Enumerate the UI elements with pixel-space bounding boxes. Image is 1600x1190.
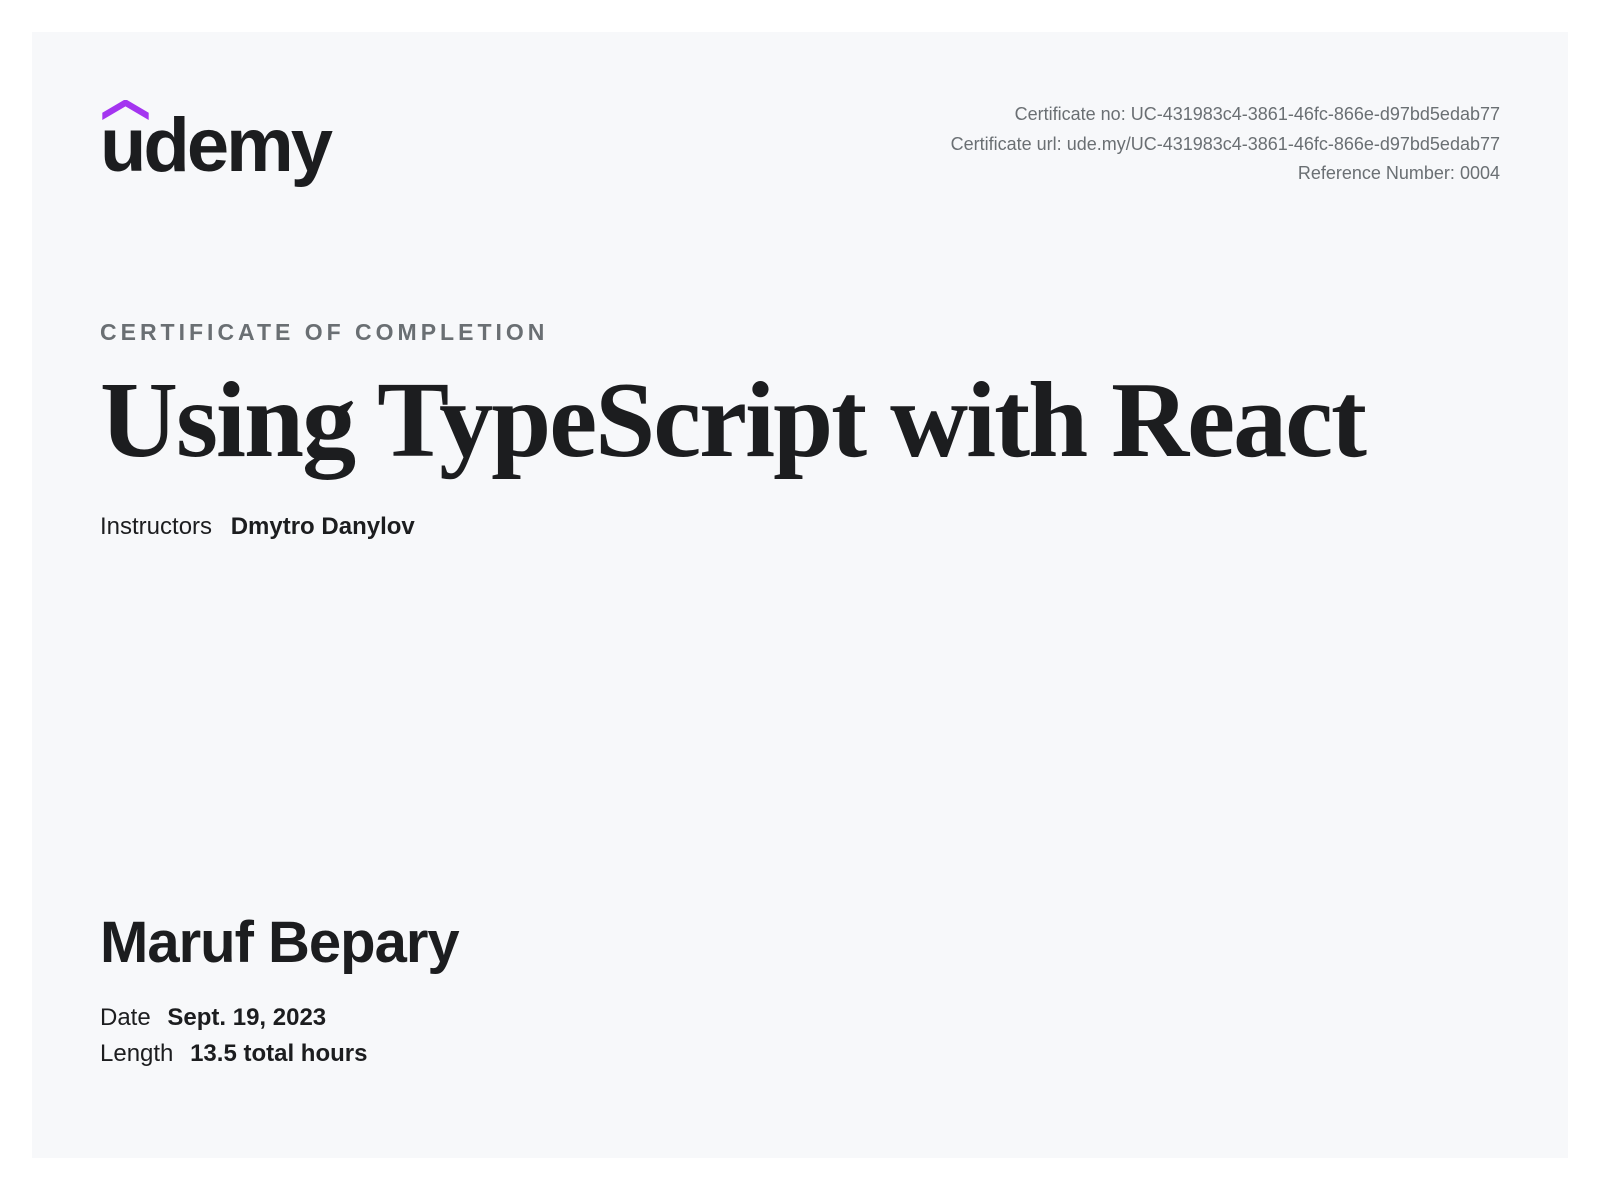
cert-no-value: UC-431983c4-3861-46fc-866e-d97bd5edab77 [1131,104,1500,124]
cert-no-label: Certificate no: [1015,104,1126,124]
recipient-name: Maruf Bepary [100,909,459,976]
instructors-label: Instructors [100,513,212,540]
certificate-meta: Certificate no: UC-431983c4-3861-46fc-86… [951,100,1500,189]
reference-number: Reference Number: 0004 [951,159,1500,189]
cert-url-label: Certificate url: [951,134,1062,154]
ref-no-value: 0004 [1460,163,1500,183]
certificate-url: Certificate url: ude.my/UC-431983c4-3861… [951,130,1500,160]
length-value: 13.5 total hours [190,1040,367,1067]
course-title: Using TypeScript with React [100,364,1500,477]
udemy-logo-text: udemy [100,108,330,184]
date-label: Date [100,1004,151,1031]
instructors-name: Dmytro Danylov [231,513,415,540]
ref-no-label: Reference Number: [1298,163,1455,183]
header-row: udemy Certificate no: UC-431983c4-3861-4… [100,100,1500,189]
cert-url-value: ude.my/UC-431983c4-3861-46fc-866e-d97bd5… [1067,134,1500,154]
date-row: Date Sept. 19, 2023 [100,1004,459,1032]
certificate: udemy Certificate no: UC-431983c4-3861-4… [32,32,1568,1158]
length-row: Length 13.5 total hours [100,1040,459,1068]
date-value: Sept. 19, 2023 [167,1004,326,1031]
footer-section: Maruf Bepary Date Sept. 19, 2023 Length … [100,909,459,1068]
certificate-number: Certificate no: UC-431983c4-3861-46fc-86… [951,100,1500,130]
length-label: Length [100,1040,173,1067]
udemy-logo: udemy [100,100,330,184]
instructors-row: Instructors Dmytro Danylov [100,513,1500,541]
certificate-heading: CERTIFICATE OF COMPLETION [100,319,1500,346]
